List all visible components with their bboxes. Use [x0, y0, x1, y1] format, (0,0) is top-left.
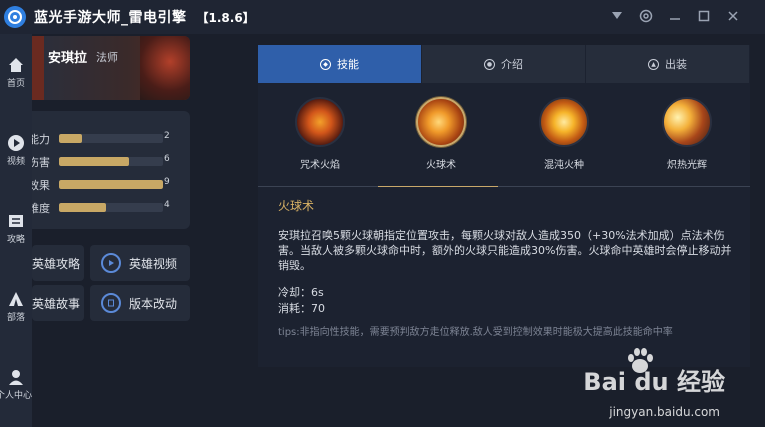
skill-label: 炽热光辉	[667, 160, 707, 171]
stat-value: 2	[164, 131, 170, 141]
skill-label: 咒术火焰	[300, 160, 340, 171]
app-version: 【1.8.6】	[196, 10, 255, 25]
stat-label: 生存能力	[32, 133, 50, 146]
skill-item[interactable]: 混沌火种	[519, 97, 609, 171]
stat-bar-fill	[59, 180, 163, 189]
stat-bar-fill	[59, 203, 106, 212]
skill-cost: 消耗：70	[278, 302, 325, 315]
left-nav: 首页 视频 攻略 部落 个人中心	[0, 34, 32, 427]
skill-tab-icon: ◆	[320, 58, 331, 70]
nav-item-user[interactable]: 个人中心	[0, 368, 32, 418]
tab-label: 出装	[665, 58, 687, 71]
divider	[258, 186, 750, 187]
nav-label-user: 个人中心	[0, 391, 32, 401]
version-changes-label: 版本改动	[129, 296, 178, 311]
stat-bar-fill	[59, 157, 129, 166]
items-tab-icon: ▲	[648, 58, 659, 70]
tribe-icon	[7, 290, 25, 308]
hero-detail-panel: ◆ 技能 ● 介绍 ▲ 出装 咒术火焰 火球术 混沌火种 炽热光辉 火球术 安琪…	[258, 45, 750, 367]
blazing-radiance-skill-icon	[662, 97, 712, 147]
app-logo-icon	[4, 6, 26, 28]
skill-item[interactable]: 炽热光辉	[642, 97, 732, 171]
skill-description: 安琪拉召唤5颗火球朝指定位置攻击，每颗火球对敌人造成350（+30%法术加成）点…	[278, 229, 732, 272]
tab-label: 技能	[337, 58, 359, 71]
nav-label-guide: 攻略	[6, 235, 25, 245]
filter-icon[interactable]	[602, 5, 631, 27]
hero-video-label: 英雄视频	[129, 256, 178, 271]
chaos-ember-skill-icon	[539, 97, 589, 147]
skill-item[interactable]: 咒术火焰	[275, 97, 365, 171]
close-button[interactable]	[718, 5, 747, 27]
watermark-brand: Bai du 经验	[583, 368, 725, 396]
guide-icon	[7, 212, 25, 230]
tab-label: 介绍	[501, 58, 523, 71]
user-icon	[7, 368, 25, 386]
window-controls	[602, 5, 747, 27]
play-icon	[7, 134, 25, 152]
document-icon	[101, 293, 121, 313]
skill-label: 混沌火种	[544, 160, 584, 171]
hero-portrait-image	[32, 36, 44, 100]
hero-story-label: 英雄故事	[32, 296, 81, 311]
watermark-url: jingyan.baidu.com	[609, 405, 720, 419]
nav-label-video: 视频	[6, 157, 25, 167]
skills-row: 咒术火焰 火球术 混沌火种 炽热光辉	[258, 97, 750, 181]
stat-row: 生存能力 2	[32, 131, 190, 146]
stat-row: 攻击伤害 6	[32, 154, 190, 169]
intro-tab-icon: ●	[484, 58, 495, 70]
app-title: 蓝光手游大师_雷电引擎	[34, 10, 187, 26]
stat-value: 6	[164, 154, 170, 164]
nav-item-home[interactable]: 首页	[0, 56, 32, 106]
tab-items[interactable]: ▲ 出装	[586, 45, 750, 83]
hero-art-image	[140, 36, 190, 100]
nav-item-guide[interactable]: 攻略	[0, 212, 32, 262]
fire-curse-skill-icon	[295, 97, 345, 147]
hero-role: 法师	[96, 51, 118, 64]
hero-video-button[interactable]: 英雄视频	[90, 245, 190, 281]
stat-bar	[59, 134, 163, 143]
hero-name: 安琪拉	[48, 51, 88, 66]
stat-value: 4	[164, 200, 170, 210]
skill-item-selected[interactable]: 火球术	[396, 97, 486, 171]
hero-guide-button[interactable]: 英雄攻略	[32, 245, 84, 281]
version-changes-button[interactable]: 版本改动	[90, 285, 190, 321]
skill-cooldown: 冷却：6s	[278, 286, 324, 299]
maximize-button[interactable]	[689, 5, 718, 27]
stat-value: 9	[164, 177, 170, 187]
stat-bar	[59, 203, 163, 212]
nav-item-video[interactable]: 视频	[0, 134, 32, 184]
hero-story-button[interactable]: 英雄故事	[32, 285, 84, 321]
fireball-skill-icon	[416, 97, 466, 147]
stat-row: 技能效果 9	[32, 177, 190, 192]
hero-card: 安琪拉 法师	[32, 36, 190, 100]
stat-bar	[59, 157, 163, 166]
title-bar: 蓝光手游大师_雷电引擎 【1.8.6】	[0, 0, 765, 34]
skill-tips: tips:非指向性技能，需要预判敌方走位释放.敌人受到控制效果时能极大提高此技能…	[278, 327, 673, 338]
selected-divider	[378, 186, 498, 187]
settings-gear-icon[interactable]	[631, 5, 660, 27]
stat-bar-fill	[59, 134, 82, 143]
skill-detail: 火球术 安琪拉召唤5颗火球朝指定位置攻击，每颗火球对敌人造成350（+30%法术…	[278, 197, 734, 340]
stat-label: 技能效果	[32, 179, 50, 192]
tab-intro[interactable]: ● 介绍	[422, 45, 586, 83]
hero-guide-label: 英雄攻略	[32, 256, 81, 271]
nav-item-tribe[interactable]: 部落	[0, 290, 32, 340]
nav-label-tribe: 部落	[6, 313, 25, 323]
detail-tabs: ◆ 技能 ● 介绍 ▲ 出装	[258, 45, 750, 83]
stat-row: 上手难度 4	[32, 200, 190, 215]
minimize-button[interactable]	[660, 5, 689, 27]
skill-label: 火球术	[426, 160, 456, 171]
skill-name: 火球术	[278, 199, 315, 213]
tab-skills[interactable]: ◆ 技能	[258, 45, 422, 83]
stat-label: 上手难度	[32, 202, 50, 215]
nav-label-home: 首页	[6, 79, 25, 89]
home-icon	[7, 56, 25, 74]
stat-bar	[59, 180, 163, 189]
play-circle-icon	[101, 253, 121, 273]
stat-label: 攻击伤害	[32, 156, 50, 169]
hero-stats-panel: 生存能力 2 攻击伤害 6 技能效果 9 上手难度 4	[32, 111, 190, 229]
